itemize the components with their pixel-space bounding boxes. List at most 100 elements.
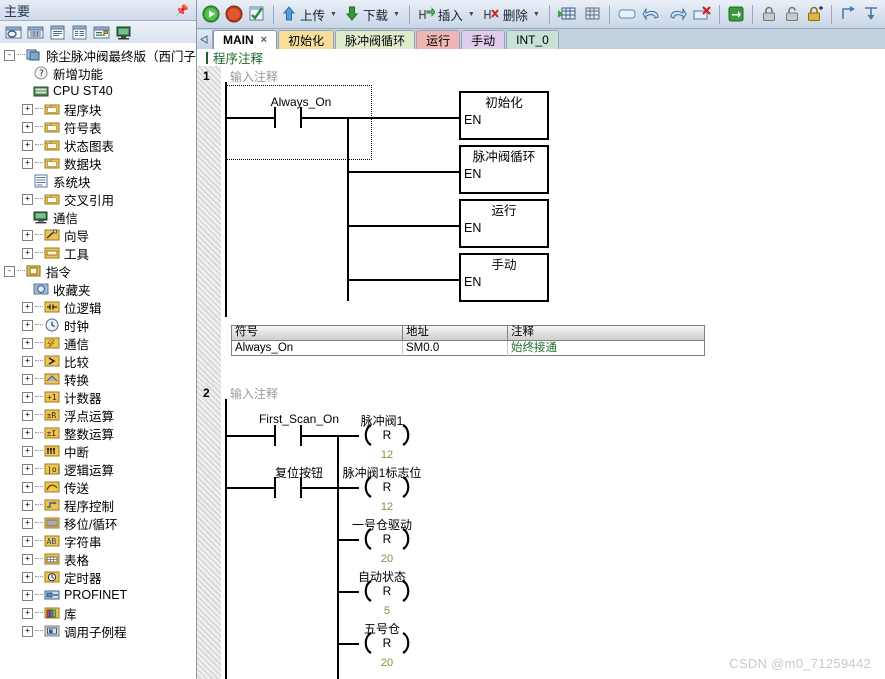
expand-icon[interactable]: + xyxy=(22,463,33,475)
expand-icon[interactable]: + xyxy=(22,391,33,403)
function-block-init[interactable]: 初始化 EN xyxy=(459,91,549,140)
tree-item-27[interactable]: + AB 字符串 xyxy=(0,532,196,550)
tree-item-19[interactable]: + +1 计数器 xyxy=(0,388,196,406)
tree-item-26[interactable]: + 移位/循环 xyxy=(0,514,196,532)
expand-icon[interactable]: + xyxy=(22,337,33,349)
new-network-button[interactable] xyxy=(615,2,639,26)
collapse-icon[interactable]: - xyxy=(4,49,15,61)
tree-item-13[interactable]: 收藏夹 xyxy=(0,280,196,298)
tree-item-0[interactable]: - 除尘脉冲阀最终版（西门子程序 xyxy=(0,46,196,64)
tree-item-1[interactable]: ? 新增功能 xyxy=(0,64,196,82)
insert-button[interactable]: 插入 ▼ xyxy=(415,2,479,26)
expand-icon[interactable]: + xyxy=(22,319,33,331)
coil-0[interactable]: R xyxy=(359,422,415,448)
expand-icon[interactable]: + xyxy=(22,301,33,313)
expand-icon[interactable]: + xyxy=(22,499,33,511)
tree-item-24[interactable]: + 传送 xyxy=(0,478,196,496)
add-lock-button[interactable] xyxy=(804,2,826,26)
ladder-editor[interactable]: 程序注释 1 输入注释 Always_On 初始化 EN 脉冲阀循环 EN 运行… xyxy=(197,49,885,679)
chart-status-button[interactable] xyxy=(580,2,604,26)
tree-item-12[interactable]: - 指令 xyxy=(0,262,196,280)
expand-icon[interactable]: + xyxy=(22,157,33,169)
coil-2[interactable]: R xyxy=(359,526,415,552)
compile-button[interactable] xyxy=(246,2,268,26)
coil-4[interactable]: R xyxy=(359,630,415,656)
close-icon[interactable]: × xyxy=(261,34,267,46)
tree-item-8[interactable]: + 交叉引用 xyxy=(0,190,196,208)
lock-button[interactable] xyxy=(758,2,780,26)
tab-手动[interactable]: 手动 xyxy=(461,30,506,49)
expand-icon[interactable]: + xyxy=(22,571,33,583)
expand-icon[interactable]: + xyxy=(22,193,33,205)
project-tree[interactable]: - 除尘脉冲阀最终版（西门子程序? 新增功能 CPU ST40 + 程序块 + 符号表 + 状态图… xyxy=(0,43,196,679)
insert-down-button[interactable] xyxy=(860,2,882,26)
undo-button[interactable] xyxy=(640,2,664,26)
stop-button[interactable] xyxy=(223,2,245,26)
coil-1[interactable]: R xyxy=(359,474,415,500)
tab-脉冲阀循环[interactable]: 脉冲阀循环 xyxy=(335,30,416,49)
tree-item-31[interactable]: + 库 xyxy=(0,604,196,622)
expand-icon[interactable]: + xyxy=(22,553,33,565)
cross-reference-icon[interactable] xyxy=(92,23,111,41)
expand-icon[interactable]: + xyxy=(22,373,33,385)
data-block-icon[interactable] xyxy=(48,23,67,41)
coil-3[interactable]: R xyxy=(359,578,415,604)
tree-item-11[interactable]: + 工具 xyxy=(0,244,196,262)
tree-item-17[interactable]: + 比较 xyxy=(0,352,196,370)
tree-item-6[interactable]: + 数据块 xyxy=(0,154,196,172)
expand-icon[interactable]: + xyxy=(22,355,33,367)
chevron-down-icon[interactable]: ▼ xyxy=(466,11,477,18)
expand-icon[interactable]: + xyxy=(22,121,33,133)
expand-icon[interactable]: + xyxy=(22,409,33,421)
expand-icon[interactable]: + xyxy=(22,229,33,241)
table-row[interactable]: Always_On SM0.0 始终接通 xyxy=(232,341,704,356)
symbol-table-icon[interactable] xyxy=(26,23,45,41)
network-1-symbol-table[interactable]: 符号 地址 注释 Always_On SM0.0 始终接通 xyxy=(231,325,705,356)
tree-item-10[interactable]: + 向导 xyxy=(0,226,196,244)
expand-icon[interactable]: + xyxy=(22,103,33,115)
tree-item-15[interactable]: + 时钟 xyxy=(0,316,196,334)
upload-button[interactable]: 上传 ▼ xyxy=(279,2,341,26)
tree-item-7[interactable]: 系统块 xyxy=(0,172,196,190)
program-status-button[interactable] xyxy=(555,2,579,26)
function-block-run[interactable]: 运行 EN xyxy=(459,199,549,248)
insert-branch-button[interactable] xyxy=(837,2,859,26)
chevron-down-icon[interactable]: ▼ xyxy=(531,11,542,18)
unlock-button[interactable] xyxy=(781,2,803,26)
tree-item-9[interactable]: 通信 xyxy=(0,208,196,226)
tree-item-16[interactable]: + 通信 xyxy=(0,334,196,352)
expand-icon[interactable]: + xyxy=(22,481,33,493)
tab-初始化[interactable]: 初始化 xyxy=(278,30,335,49)
program-block-icon[interactable] xyxy=(4,23,23,41)
function-block-manual[interactable]: 手动 EN xyxy=(459,253,549,302)
tree-item-25[interactable]: + 程序控制 xyxy=(0,496,196,514)
tree-item-30[interactable]: + PROFINET xyxy=(0,586,196,604)
tab-INT_0[interactable]: INT_0 xyxy=(506,30,559,49)
network-1[interactable]: 1 输入注释 Always_On 初始化 EN 脉冲阀循环 EN 运行 EN 手… xyxy=(197,66,885,383)
tree-item-14[interactable]: + 位逻辑 xyxy=(0,298,196,316)
tree-item-22[interactable]: + 中断 xyxy=(0,442,196,460)
communication-icon[interactable] xyxy=(114,23,133,41)
tree-item-20[interactable]: + ±R 浮点运算 xyxy=(0,406,196,424)
download-button[interactable]: 下载 ▼ xyxy=(342,2,404,26)
expand-icon[interactable]: + xyxy=(22,607,33,619)
tree-item-18[interactable]: + 转换 xyxy=(0,370,196,388)
redo-button[interactable] xyxy=(665,2,689,26)
delete-button[interactable]: 删除 ▼ xyxy=(480,2,544,26)
tree-item-3[interactable]: + 程序块 xyxy=(0,100,196,118)
chevron-down-icon[interactable]: ▼ xyxy=(328,11,339,18)
tree-item-5[interactable]: + 状态图表 xyxy=(0,136,196,154)
tree-item-4[interactable]: + 符号表 xyxy=(0,118,196,136)
tree-item-2[interactable]: CPU ST40 xyxy=(0,82,196,100)
tree-item-32[interactable]: + ■ 调用子例程 xyxy=(0,622,196,640)
expand-icon[interactable]: + xyxy=(22,535,33,547)
tree-item-28[interactable]: + 表格 xyxy=(0,550,196,568)
tree-item-21[interactable]: + ±I 整数运算 xyxy=(0,424,196,442)
network-2[interactable]: 2 输入注释 First_Scan_On 复位按钮 脉冲阀1 R 12 脉冲阀1… xyxy=(197,383,885,679)
tree-item-29[interactable]: + 定时器 xyxy=(0,568,196,586)
chevron-down-icon[interactable]: ▼ xyxy=(391,11,402,18)
delete-network-button[interactable] xyxy=(690,2,714,26)
run-button[interactable] xyxy=(200,2,222,26)
pin-icon[interactable]: 📌 xyxy=(175,4,192,17)
tab-MAIN[interactable]: MAIN × xyxy=(213,30,278,49)
